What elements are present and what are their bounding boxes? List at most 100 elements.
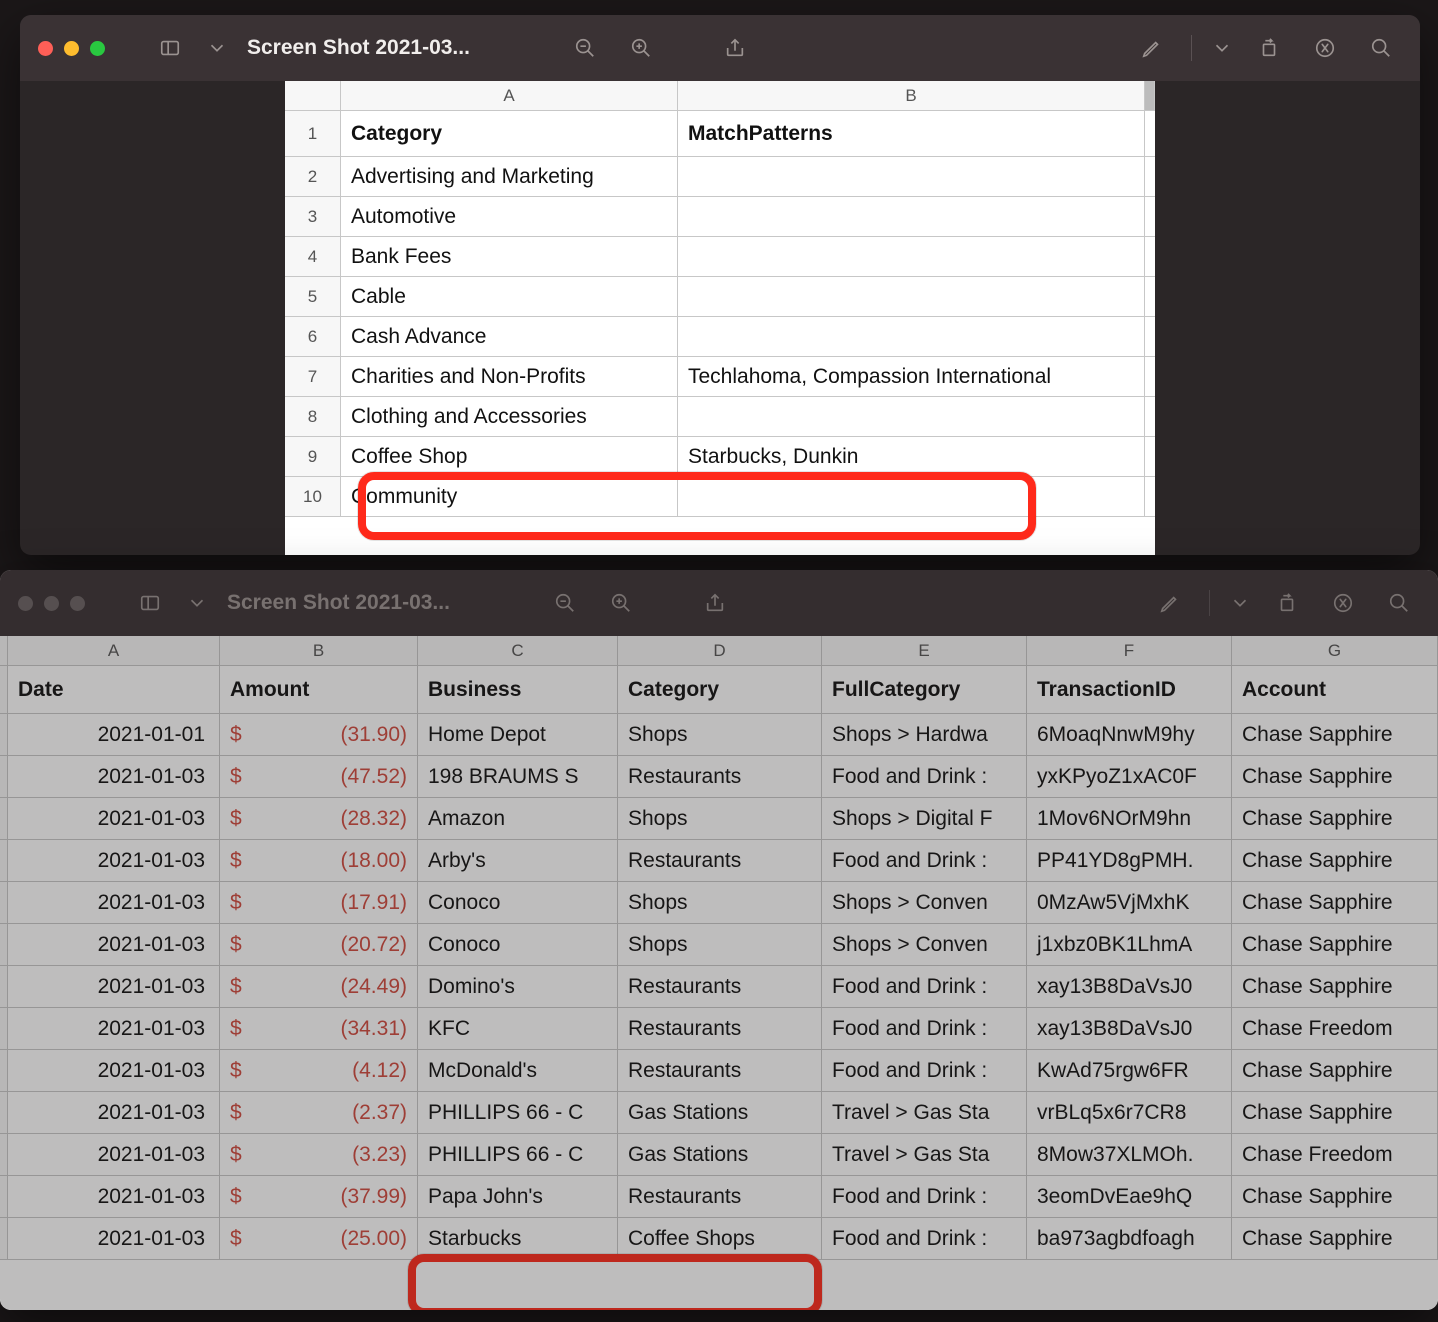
column-header-a[interactable]: A xyxy=(8,636,220,665)
date-cell[interactable]: 2021-01-03 xyxy=(8,840,220,881)
category-cell[interactable]: Coffee Shops xyxy=(618,1218,822,1259)
row-stub[interactable] xyxy=(0,924,8,965)
fullcategory-cell[interactable]: Shops > Conven xyxy=(822,882,1027,923)
amount-cell[interactable]: $(2.37) xyxy=(220,1092,418,1133)
fullcategory-cell[interactable]: Food and Drink : xyxy=(822,1218,1027,1259)
info-icon[interactable] xyxy=(1304,27,1346,69)
row-number[interactable]: 2 xyxy=(285,157,341,196)
close-button[interactable] xyxy=(18,596,33,611)
date-cell[interactable]: 2021-01-01 xyxy=(8,714,220,755)
category-cell[interactable]: Restaurants xyxy=(618,1050,822,1091)
markup-icon[interactable] xyxy=(1149,582,1191,624)
amount-cell[interactable]: $(34.31) xyxy=(220,1008,418,1049)
minimize-button[interactable] xyxy=(64,41,79,56)
fullcategory-cell[interactable]: Food and Drink : xyxy=(822,1008,1027,1049)
category-cell[interactable]: Restaurants xyxy=(618,1176,822,1217)
titlebar[interactable]: Screen Shot 2021-03... xyxy=(0,570,1438,636)
header-account[interactable]: Account xyxy=(1232,666,1438,713)
txid-cell[interactable]: 0MzAw5VjMxhK xyxy=(1027,882,1232,923)
fullcategory-cell[interactable]: Travel > Gas Sta xyxy=(822,1092,1027,1133)
match-cell[interactable] xyxy=(678,277,1145,316)
header-cell-category[interactable]: Category xyxy=(341,111,678,156)
category-cell[interactable]: Restaurants xyxy=(618,966,822,1007)
amount-cell[interactable]: $(3.23) xyxy=(220,1134,418,1175)
match-cell[interactable] xyxy=(678,157,1145,196)
amount-cell[interactable]: $(47.52) xyxy=(220,756,418,797)
txid-cell[interactable]: yxKPyoZ1xAC0F xyxy=(1027,756,1232,797)
category-cell[interactable]: Cash Advance xyxy=(341,317,678,356)
header-business[interactable]: Business xyxy=(418,666,618,713)
column-header-b[interactable]: B xyxy=(678,81,1145,110)
txid-cell[interactable]: 1Mov6NOrM9hn xyxy=(1027,798,1232,839)
category-cell[interactable]: Shops xyxy=(618,924,822,965)
row-number[interactable]: 8 xyxy=(285,397,341,436)
account-cell[interactable]: Chase Freedom xyxy=(1232,1134,1438,1175)
zoom-in-icon[interactable] xyxy=(620,27,662,69)
column-header-d[interactable]: D xyxy=(618,636,822,665)
header-txid[interactable]: TransactionID xyxy=(1027,666,1232,713)
business-cell[interactable]: Domino's xyxy=(418,966,618,1007)
date-cell[interactable]: 2021-01-03 xyxy=(8,798,220,839)
date-cell[interactable]: 2021-01-03 xyxy=(8,1176,220,1217)
row-stub[interactable] xyxy=(0,1050,8,1091)
business-cell[interactable]: PHILLIPS 66 - C xyxy=(418,1134,618,1175)
row-stub[interactable] xyxy=(0,798,8,839)
amount-cell[interactable]: $(25.00) xyxy=(220,1218,418,1259)
fullcategory-cell[interactable]: Food and Drink : xyxy=(822,1176,1027,1217)
zoom-button[interactable] xyxy=(90,41,105,56)
header-date[interactable]: Date xyxy=(8,666,220,713)
date-cell[interactable]: 2021-01-03 xyxy=(8,966,220,1007)
column-header-g[interactable]: G xyxy=(1232,636,1438,665)
match-cell[interactable] xyxy=(678,237,1145,276)
match-cell[interactable] xyxy=(678,197,1145,236)
fullcategory-cell[interactable]: Shops > Hardwa xyxy=(822,714,1027,755)
share-icon[interactable] xyxy=(714,27,756,69)
share-icon[interactable] xyxy=(694,582,736,624)
account-cell[interactable]: Chase Sapphire xyxy=(1232,714,1438,755)
row-stub[interactable] xyxy=(0,714,8,755)
column-header-c[interactable]: C xyxy=(418,636,618,665)
header-cell-match[interactable]: MatchPatterns xyxy=(678,111,1145,156)
row-number[interactable]: 1 xyxy=(285,111,341,156)
row-stub[interactable] xyxy=(0,1134,8,1175)
row-number[interactable]: 6 xyxy=(285,317,341,356)
corner-cell[interactable] xyxy=(285,81,341,110)
sidebar-menu-chevron-icon[interactable] xyxy=(205,27,229,69)
search-icon[interactable] xyxy=(1360,27,1402,69)
account-cell[interactable]: Chase Sapphire xyxy=(1232,924,1438,965)
markup-icon[interactable] xyxy=(1131,27,1173,69)
titlebar[interactable]: Screen Shot 2021-03... xyxy=(20,15,1420,81)
corner-cell[interactable] xyxy=(0,636,8,665)
sidebar-toggle-icon[interactable] xyxy=(149,27,191,69)
row-stub[interactable] xyxy=(0,1218,8,1259)
row-stub[interactable] xyxy=(0,1176,8,1217)
txid-cell[interactable]: PP41YD8gPMH. xyxy=(1027,840,1232,881)
account-cell[interactable]: Chase Sapphire xyxy=(1232,1176,1438,1217)
match-cell[interactable]: Techlahoma, Compassion International xyxy=(678,357,1145,396)
fullcategory-cell[interactable]: Food and Drink : xyxy=(822,1050,1027,1091)
txid-cell[interactable]: 3eomDvEae9hQ xyxy=(1027,1176,1232,1217)
amount-cell[interactable]: $(4.12) xyxy=(220,1050,418,1091)
account-cell[interactable]: Chase Sapphire xyxy=(1232,1050,1438,1091)
account-cell[interactable]: Chase Sapphire xyxy=(1232,1218,1438,1259)
business-cell[interactable]: Amazon xyxy=(418,798,618,839)
account-cell[interactable]: Chase Sapphire xyxy=(1232,882,1438,923)
account-cell[interactable]: Chase Freedom xyxy=(1232,1008,1438,1049)
business-cell[interactable]: PHILLIPS 66 - C xyxy=(418,1092,618,1133)
category-cell[interactable]: Charities and Non-Profits xyxy=(341,357,678,396)
category-cell[interactable]: Bank Fees xyxy=(341,237,678,276)
txid-cell[interactable]: vrBLq5x6r7CR8 xyxy=(1027,1092,1232,1133)
rotate-icon[interactable] xyxy=(1248,27,1290,69)
business-cell[interactable]: Starbucks xyxy=(418,1218,618,1259)
minimize-button[interactable] xyxy=(44,596,59,611)
business-cell[interactable]: Conoco xyxy=(418,882,618,923)
rotate-icon[interactable] xyxy=(1266,582,1308,624)
column-header-f[interactable]: F xyxy=(1027,636,1232,665)
account-cell[interactable]: Chase Sapphire xyxy=(1232,840,1438,881)
match-cell[interactable] xyxy=(678,317,1145,356)
row-stub[interactable] xyxy=(0,756,8,797)
date-cell[interactable]: 2021-01-03 xyxy=(8,1008,220,1049)
row-stub[interactable] xyxy=(0,840,8,881)
txid-cell[interactable]: 6MoaqNnwM9hy xyxy=(1027,714,1232,755)
amount-cell[interactable]: $(17.91) xyxy=(220,882,418,923)
